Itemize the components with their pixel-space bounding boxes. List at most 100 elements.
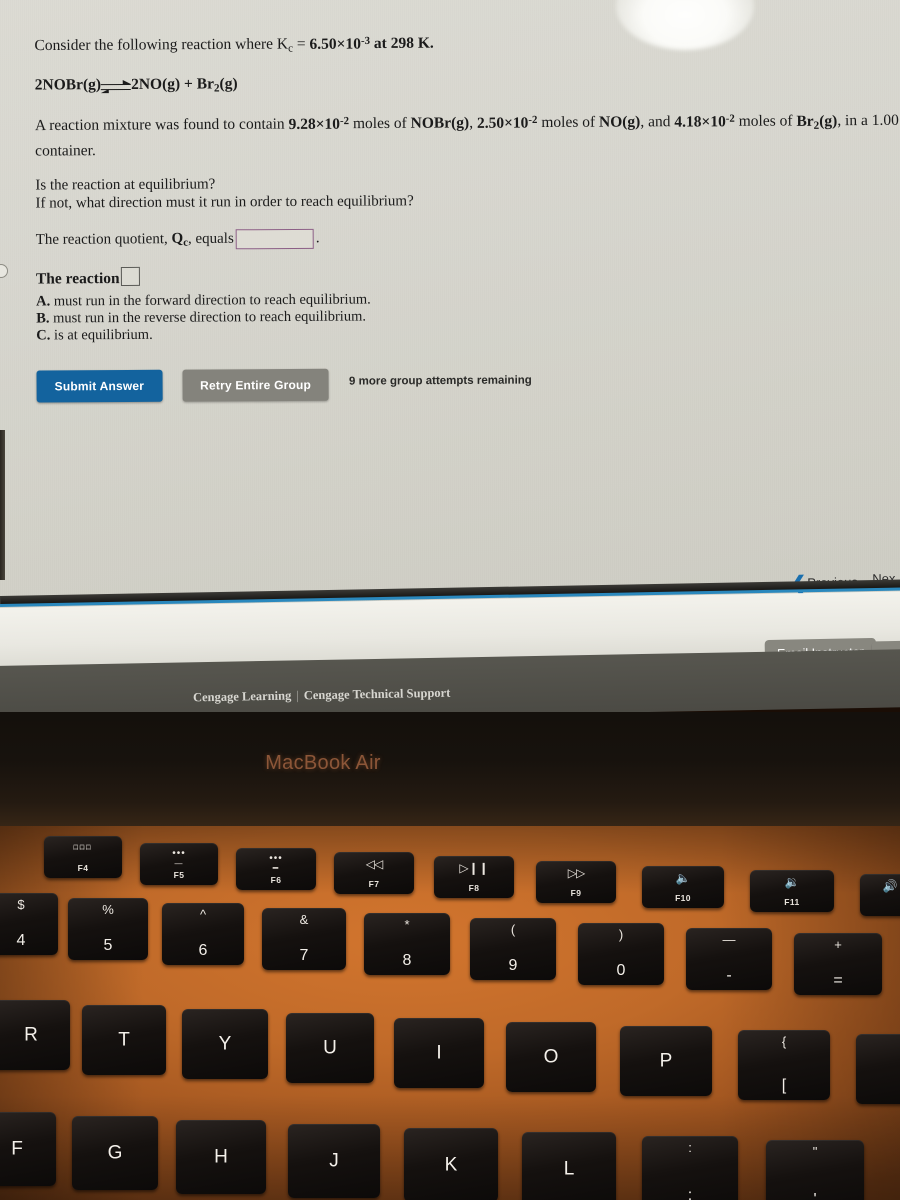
reaction-answer-row: The reaction [36,266,140,289]
key-f8[interactable]: ▷❙❙ F8 [434,856,514,898]
key-f11-label: F11 [784,897,800,907]
key-l[interactable]: L [522,1132,616,1200]
intro-text-before: Consider the following reaction where K [34,35,289,55]
key-8-shift-label: * [404,917,410,932]
eq-reactant: NOBr(g) [42,76,102,94]
choice-a-letter: A. [36,293,51,310]
play-pause-icon: ▷❙❙ [459,861,489,875]
key-l-label: L [563,1158,575,1180]
key-8-label: 8 [402,952,412,969]
key-equal[interactable]: + = [794,933,882,995]
submit-answer-button[interactable]: Submit Answer [36,369,163,403]
eq-product1-coeff: 2 [130,75,139,93]
key-h-label: H [214,1146,228,1168]
br2-moles-exp: -2 [725,112,735,125]
key-6-label: 6 [198,942,208,959]
key-7[interactable]: & 7 [262,908,346,970]
choice-b: B. must run in the reverse direction to … [36,309,366,328]
key-6[interactable]: ^ 6 [162,903,244,965]
key-bracket-left[interactable]: {[ [738,1030,830,1100]
key-0[interactable]: ) 0 [578,923,664,985]
key-7-shift-label: & [299,912,309,927]
key-f10[interactable]: 🔈 F10 [642,866,724,908]
rewind-icon: ◁◁ [365,857,383,871]
key-u[interactable]: U [286,1013,374,1083]
cengage-learning-link[interactable]: Cengage Learning [193,689,292,705]
choice-a: A. must run in the forward direction to … [36,291,371,310]
choice-a-text: must run in the forward direction to rea… [50,291,371,310]
reaction-quotient-input[interactable] [235,228,314,250]
eq-product2: Br [196,75,214,93]
key-j[interactable]: J [288,1124,380,1198]
key-4[interactable]: $4 [0,893,58,955]
key-i[interactable]: I [394,1018,484,1088]
cengage-technical-support-link[interactable]: Cengage Technical Support [304,686,451,703]
key-semicolon-shift-label: : [688,1140,692,1155]
mixture-text-g: , in a 1.00 liter [837,111,900,130]
key-f7[interactable]: ◁◁ F7 [334,852,414,894]
choice-c: C. is at equilibrium. [36,327,153,345]
keyboard-bright-icon: ••• ━ [269,853,283,873]
key-semicolon[interactable]: :; [642,1136,738,1200]
key-f11[interactable]: 🔉 F11 [750,870,834,912]
mixture-description-line2: container. [35,142,96,160]
key-o[interactable]: O [506,1022,596,1092]
key-5[interactable]: % 5 [68,898,148,960]
key-9-label: 9 [508,957,518,974]
key-0-shift-label: ) [618,927,624,942]
key-f[interactable]: F [0,1112,56,1186]
retry-entire-group-button[interactable]: Retry Entire Group [182,368,330,402]
key-5-shift-label: % [102,902,114,917]
key-h[interactable]: H [176,1120,266,1194]
key-6-shift-label: ^ [199,907,207,922]
laptop-screen: Consider the following reaction where K c… [0,0,900,612]
key-j-label: J [329,1150,339,1172]
key-8[interactable]: * 8 [364,913,450,975]
no-moles: 2.50×10 [476,114,529,132]
br2-label-state: (g) [819,112,838,130]
reaction-quotient-row: The reaction quotient, Qc, equals. [35,228,320,251]
key-r-label: R [24,1024,38,1046]
quotient-q: Q [171,231,184,248]
key-quote-shift-label: " [812,1144,818,1159]
key-y[interactable]: Y [182,1009,268,1079]
key-9[interactable]: (9 [470,918,556,980]
key-k[interactable]: K [404,1128,498,1200]
quotient-label-a: The reaction quotient, [35,231,172,248]
kc-value: 6.50×10 [309,35,362,53]
intro-text-after: at 298 K. [369,34,434,53]
key-t-label: T [118,1029,130,1051]
key-r[interactable]: R [0,1000,70,1070]
nobr-moles: 9.28×10 [288,115,341,133]
key-quote[interactable]: " ' [766,1140,864,1200]
choice-c-letter: C. [36,327,51,344]
key-minus[interactable]: — - [686,928,772,990]
key-p[interactable]: P [620,1026,712,1096]
key-f-label: F [11,1138,23,1160]
key-t[interactable]: T [82,1005,166,1075]
key-equal-shift-label: + [834,937,842,952]
reaction-choice-input[interactable] [120,266,140,287]
key-9-shift-label: ( [510,922,516,937]
key-semicolon-label: ; [687,1187,693,1200]
key-bracket-right[interactable] [856,1034,900,1104]
key-f10-label: F10 [675,893,691,903]
eq-product1: NO(g) [138,75,181,93]
launchpad-icon: □□□ □□□ [73,844,93,852]
key-g-label: G [107,1142,123,1164]
key-f9[interactable]: ▷▷ F9 [536,861,616,903]
key-f12[interactable]: 🔊 [860,874,900,916]
mute-icon: 🔈 [675,871,691,885]
question-intro: Consider the following reaction where Kc… [34,34,433,56]
key-f9-label: F9 [570,888,582,898]
action-button-row: Submit Answer Retry Entire Group 9 more gr… [36,368,532,403]
key-bracket-left-shift-label: { [781,1034,787,1049]
key-f6[interactable]: ••• ━ F6 [236,848,316,890]
key-f5[interactable]: ••• — F5 [140,843,218,885]
key-f4-label: F4 [77,863,89,873]
key-g[interactable]: G [72,1116,158,1190]
nobr-label: NOBr(g) [410,114,470,132]
key-f4[interactable]: □□□ □□□ F4 [44,836,122,878]
mixture-text-c: , [469,114,477,132]
key-7-label: 7 [299,947,309,964]
